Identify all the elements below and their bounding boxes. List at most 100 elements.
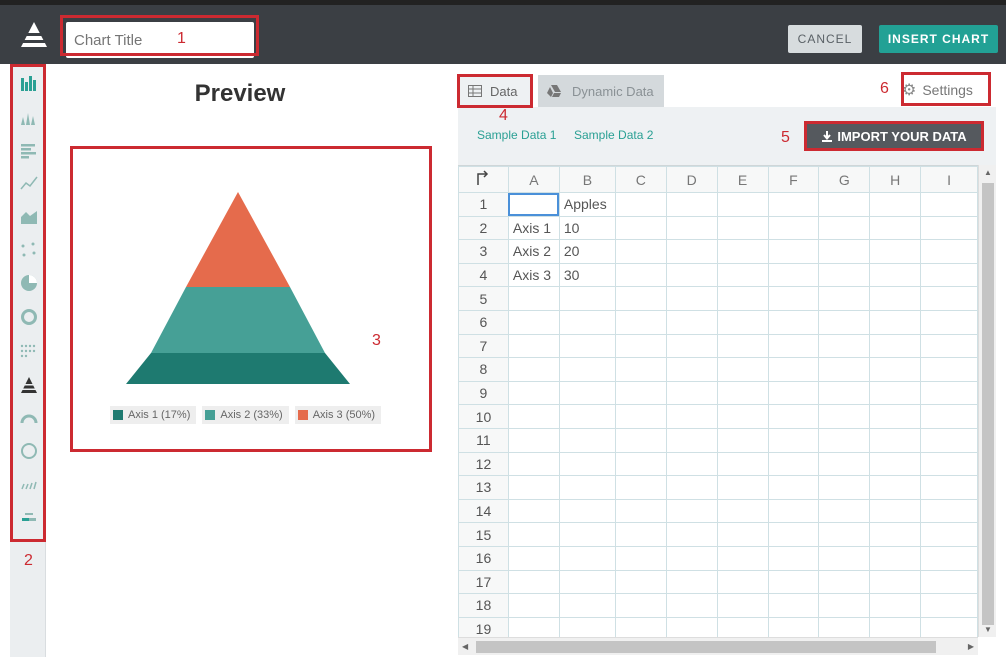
- cell[interactable]: [716, 522, 769, 547]
- cell[interactable]: 30: [558, 262, 616, 288]
- column-header[interactable]: H: [869, 166, 922, 193]
- cell[interactable]: [507, 616, 560, 637]
- cell[interactable]: [716, 309, 769, 335]
- scroll-right-icon[interactable]: ▶: [968, 642, 974, 651]
- cell[interactable]: [507, 427, 560, 453]
- cell[interactable]: [920, 593, 978, 618]
- column-header[interactable]: G: [818, 166, 871, 193]
- cell[interactable]: [507, 593, 560, 618]
- tab-dynamic-data[interactable]: Dynamic Data: [538, 75, 664, 107]
- row-header[interactable]: 14: [458, 498, 509, 524]
- cell[interactable]: [507, 333, 560, 359]
- cell[interactable]: [920, 451, 978, 477]
- cell[interactable]: [507, 309, 560, 335]
- cell[interactable]: [614, 475, 667, 500]
- cell[interactable]: [614, 215, 667, 241]
- row-header[interactable]: 19: [458, 616, 509, 637]
- cell[interactable]: [507, 192, 560, 217]
- cell[interactable]: [614, 427, 667, 453]
- cell[interactable]: [767, 522, 820, 547]
- cell[interactable]: [665, 569, 718, 595]
- row-header[interactable]: 11: [458, 427, 509, 453]
- cell[interactable]: [869, 427, 922, 453]
- cell[interactable]: [869, 192, 922, 217]
- cell[interactable]: [767, 451, 820, 477]
- cell[interactable]: [558, 286, 616, 311]
- percentage-chart-icon[interactable]: [18, 506, 40, 528]
- row-header[interactable]: 12: [458, 451, 509, 477]
- cell[interactable]: [665, 286, 718, 311]
- cell[interactable]: [558, 475, 616, 500]
- cell[interactable]: [920, 498, 978, 524]
- cell[interactable]: [614, 593, 667, 618]
- cell[interactable]: [716, 593, 769, 618]
- import-data-button[interactable]: IMPORT YOUR DATA: [806, 123, 982, 149]
- dot-matrix-chart-icon[interactable]: [18, 340, 40, 362]
- cell[interactable]: [818, 545, 871, 571]
- spreadsheet-table[interactable]: ABCDEFGHI 1 Apples 2 Axis 1 10 3 Axis 2 20 4 Axis…: [458, 166, 978, 637]
- cell[interactable]: Axis 2: [507, 239, 560, 264]
- cell[interactable]: [920, 357, 978, 382]
- cell[interactable]: [869, 593, 922, 618]
- cell[interactable]: [716, 215, 769, 241]
- cell[interactable]: [716, 192, 769, 217]
- cell[interactable]: [716, 545, 769, 571]
- cell[interactable]: [818, 404, 871, 429]
- line-chart-icon[interactable]: [18, 172, 40, 194]
- settings-button[interactable]: ⚙ Settings: [902, 76, 973, 104]
- cell[interactable]: [665, 616, 718, 637]
- cell[interactable]: [818, 380, 871, 406]
- cell[interactable]: Apples: [558, 192, 616, 217]
- cell[interactable]: [507, 545, 560, 571]
- cell[interactable]: [767, 569, 820, 595]
- cell[interactable]: [767, 498, 820, 524]
- cell[interactable]: [869, 215, 922, 241]
- area-chart-icon[interactable]: [18, 205, 40, 227]
- cell[interactable]: [558, 309, 616, 335]
- row-header[interactable]: 9: [458, 380, 509, 406]
- row-header[interactable]: 10: [458, 404, 509, 429]
- cell[interactable]: [665, 192, 718, 217]
- row-header[interactable]: 7: [458, 333, 509, 359]
- cell[interactable]: [716, 475, 769, 500]
- cell[interactable]: [716, 404, 769, 429]
- cell[interactable]: Axis 3: [507, 262, 560, 288]
- cell[interactable]: [869, 286, 922, 311]
- cell[interactable]: [818, 498, 871, 524]
- cell[interactable]: [767, 404, 820, 429]
- cell[interactable]: [716, 357, 769, 382]
- scroll-down-icon[interactable]: ▼: [984, 625, 992, 634]
- sample-data-2-link[interactable]: Sample Data 2: [574, 128, 653, 142]
- row-header[interactable]: 15: [458, 522, 509, 547]
- cell[interactable]: [614, 286, 667, 311]
- sample-data-1-link[interactable]: Sample Data 1: [477, 128, 556, 142]
- insert-chart-button[interactable]: INSERT CHART: [879, 25, 998, 53]
- cell[interactable]: [665, 545, 718, 571]
- row-header[interactable]: 16: [458, 545, 509, 571]
- cell[interactable]: [920, 545, 978, 571]
- cell[interactable]: [665, 498, 718, 524]
- cell[interactable]: [767, 333, 820, 359]
- cell[interactable]: [716, 380, 769, 406]
- radial-chart-icon[interactable]: [18, 440, 40, 462]
- cell[interactable]: [818, 262, 871, 288]
- cell[interactable]: [716, 262, 769, 288]
- cell[interactable]: [507, 404, 560, 429]
- row-header[interactable]: 5: [458, 286, 509, 311]
- cell[interactable]: [716, 569, 769, 595]
- cell[interactable]: [818, 286, 871, 311]
- cell[interactable]: [920, 192, 978, 217]
- cell[interactable]: [767, 427, 820, 453]
- cell[interactable]: [818, 593, 871, 618]
- horizontal-scroll-thumb[interactable]: [476, 641, 936, 653]
- pie-chart-icon[interactable]: [18, 272, 40, 294]
- cell[interactable]: [869, 475, 922, 500]
- cell[interactable]: [818, 451, 871, 477]
- cell[interactable]: [920, 404, 978, 429]
- cell[interactable]: [818, 522, 871, 547]
- cell[interactable]: [818, 475, 871, 500]
- vertical-scrollbar[interactable]: ▲ ▼: [978, 165, 996, 637]
- cell[interactable]: [869, 545, 922, 571]
- cell[interactable]: [869, 357, 922, 382]
- cell[interactable]: 10: [558, 215, 616, 241]
